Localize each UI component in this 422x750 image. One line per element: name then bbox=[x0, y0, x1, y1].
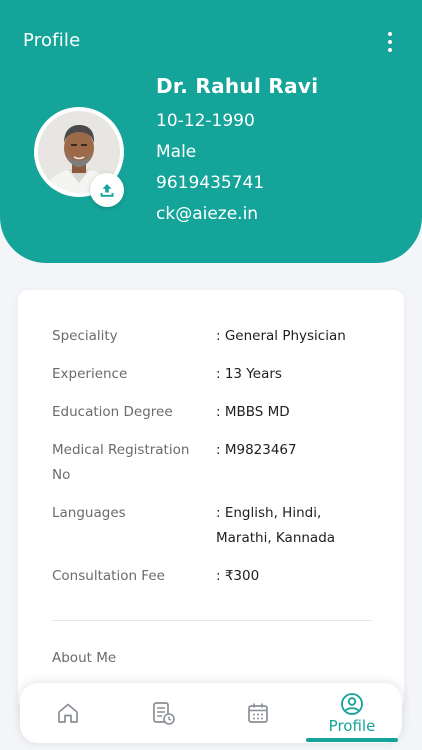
profile-info: Dr. Rahul Ravi 10-12-1990 Male 961943574… bbox=[156, 74, 318, 226]
profile-header: Profile Dr. Rahul Ravi 10-12-1990 Male 9… bbox=[0, 0, 422, 263]
date-of-birth: 10-12-1990 bbox=[156, 111, 255, 131]
detail-value: : 13 Years bbox=[216, 366, 282, 382]
divider bbox=[52, 620, 372, 621]
detail-value: : ₹300 bbox=[216, 568, 260, 584]
phone-number: 9619435741 bbox=[156, 173, 265, 193]
home-icon bbox=[58, 703, 78, 723]
nav-profile-label: Profile bbox=[328, 716, 376, 735]
detail-label: Languages bbox=[52, 505, 126, 521]
nav-profile[interactable]: Profile bbox=[314, 683, 390, 743]
detail-label: Consultation Fee bbox=[52, 568, 165, 584]
bottom-navigation: Profile bbox=[20, 683, 402, 743]
records-clock-icon bbox=[153, 702, 175, 725]
gender: Male bbox=[156, 142, 197, 162]
upload-photo-button[interactable] bbox=[90, 173, 124, 207]
detail-value: : MBBS MD bbox=[216, 404, 290, 420]
detail-label: Experience bbox=[52, 366, 128, 382]
calendar-icon bbox=[248, 703, 268, 723]
details-card: Speciality : General Physician Experienc… bbox=[18, 290, 404, 710]
email: ck@aieze.in bbox=[156, 204, 259, 224]
detail-value: : General Physician bbox=[216, 328, 346, 344]
more-vertical-icon[interactable] bbox=[382, 32, 398, 52]
nav-records[interactable] bbox=[125, 683, 201, 743]
detail-label: Speciality bbox=[52, 328, 118, 344]
nav-home[interactable] bbox=[30, 683, 106, 743]
detail-label: Education Degree bbox=[52, 404, 173, 420]
page-title: Profile bbox=[23, 30, 81, 51]
active-tab-indicator bbox=[306, 738, 398, 742]
doctor-name: Dr. Rahul Ravi bbox=[156, 74, 319, 98]
about-me-label: About Me bbox=[52, 650, 117, 666]
user-circle-icon bbox=[341, 692, 363, 715]
nav-calendar[interactable] bbox=[220, 683, 296, 743]
detail-label: Medical Registration No bbox=[52, 442, 190, 483]
upload-icon bbox=[100, 184, 114, 197]
detail-value: : English, Hindi, Marathi, Kannada bbox=[216, 505, 336, 546]
detail-value: : M9823467 bbox=[216, 442, 297, 458]
